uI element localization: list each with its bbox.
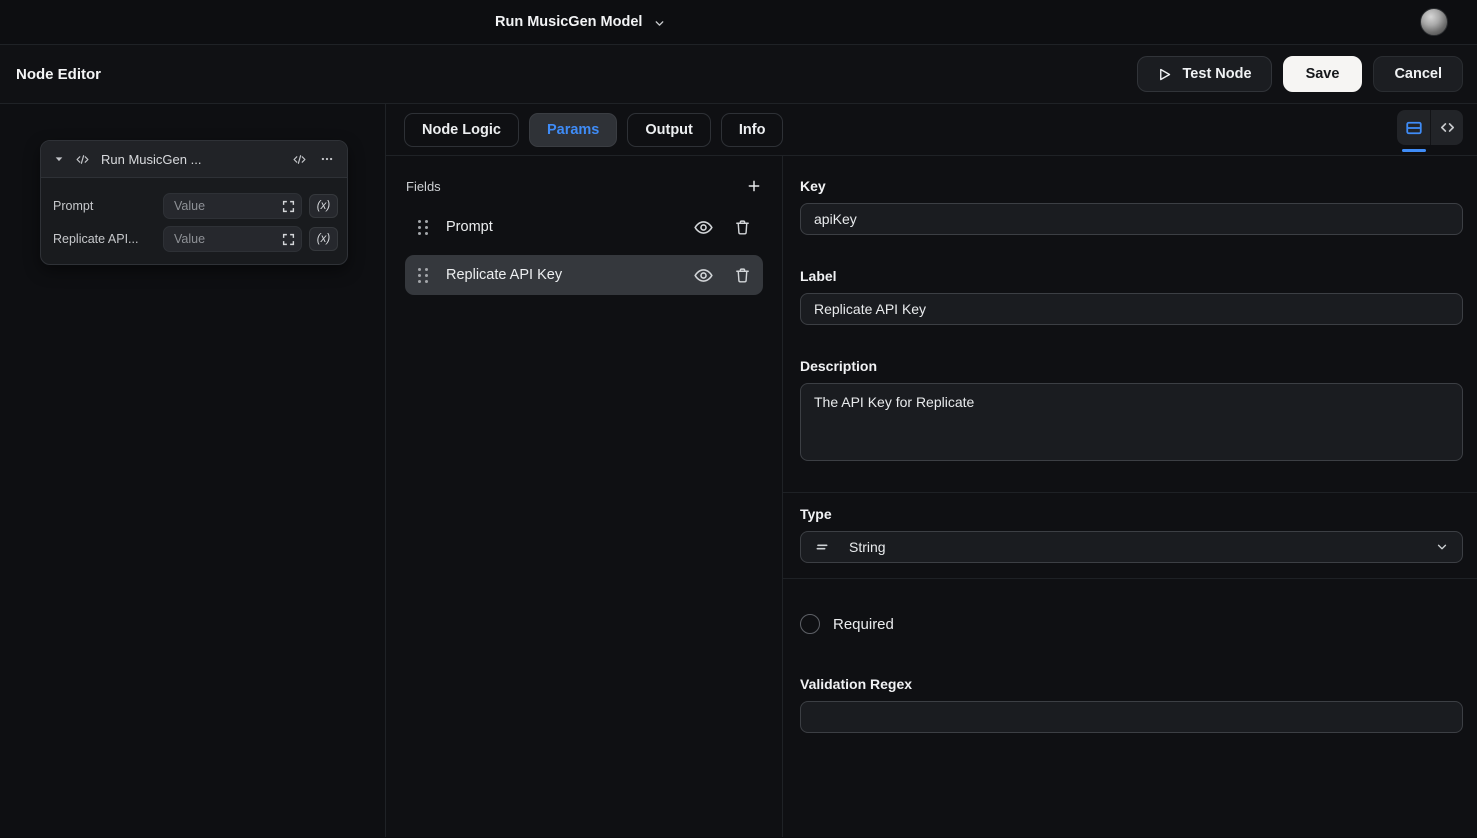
delete-trash-icon[interactable] [734, 219, 751, 236]
tab-output[interactable]: Output [627, 113, 711, 147]
params-content: Fields Prompt [386, 156, 1477, 837]
test-node-button[interactable]: Test Node [1137, 56, 1272, 92]
field-item-replicate-api-key[interactable]: Replicate API Key [405, 255, 763, 295]
node-canvas[interactable]: Run MusicGen ... Prompt Value [0, 104, 386, 837]
tabs-row: Node Logic Params Output Info [386, 104, 1477, 156]
type-label: Type [800, 506, 1463, 522]
top-bar: Run MusicGen Model [0, 0, 1477, 45]
label-group: Label [800, 268, 1463, 325]
visibility-eye-icon[interactable] [694, 218, 713, 237]
section-divider [783, 492, 1477, 493]
value-input[interactable]: Value [163, 226, 302, 252]
description-group: Description The API Key for Replicate [800, 358, 1463, 466]
editor-header: Node Editor Test Node Save Cancel [0, 45, 1477, 104]
required-radio[interactable] [800, 614, 820, 634]
code-icon[interactable] [293, 153, 306, 166]
main-area: Run MusicGen ... Prompt Value [0, 104, 1477, 837]
tab-node-logic[interactable]: Node Logic [404, 113, 519, 147]
value-placeholder: Value [174, 199, 282, 213]
header-actions: Test Node Save Cancel [1137, 56, 1463, 92]
value-placeholder: Value [174, 232, 282, 246]
field-item-label: Replicate API Key [446, 267, 562, 283]
node-param-row: Replicate API... Value (x) [53, 226, 336, 252]
fields-header: Fields [405, 178, 763, 194]
fields-title: Fields [406, 179, 441, 194]
key-input[interactable] [800, 203, 1463, 235]
tab-params[interactable]: Params [529, 113, 617, 147]
field-item-label: Prompt [446, 219, 493, 235]
fx-variable-button[interactable]: (x) [309, 227, 338, 251]
node-card-title: Run MusicGen ... [101, 152, 281, 167]
description-textarea[interactable]: The API Key for Replicate [800, 383, 1463, 461]
validation-regex-label: Validation Regex [800, 676, 1463, 692]
delete-trash-icon[interactable] [734, 267, 751, 284]
node-param-row: Prompt Value (x) [53, 193, 336, 219]
type-select-value: String [849, 539, 1435, 555]
more-options-icon[interactable] [320, 152, 334, 166]
node-card-header-actions [293, 152, 334, 166]
node-param-label: Replicate API... [53, 232, 163, 246]
label-label: Label [800, 268, 1463, 284]
add-field-button[interactable] [746, 178, 762, 194]
node-card-body: Prompt Value (x) Replicate API... Value [41, 178, 347, 264]
layout-rows-icon [1405, 119, 1423, 137]
type-select[interactable]: String [800, 531, 1463, 563]
code-view-button[interactable] [1430, 110, 1463, 145]
active-view-indicator [1402, 149, 1426, 152]
description-label: Description [800, 358, 1463, 374]
expand-icon[interactable] [282, 200, 295, 213]
chevron-down-icon [1435, 540, 1449, 554]
fields-list: Prompt Replicate API Key [405, 207, 763, 295]
cancel-button[interactable]: Cancel [1373, 56, 1463, 92]
view-mode-toggle [1397, 110, 1463, 145]
chevron-down-icon [653, 17, 666, 30]
drag-handle-icon[interactable] [418, 220, 428, 235]
visibility-eye-icon[interactable] [694, 266, 713, 285]
test-node-label: Test Node [1183, 66, 1252, 82]
expand-icon[interactable] [282, 233, 295, 246]
key-label: Key [800, 178, 1463, 194]
collapse-chevron-icon[interactable] [54, 154, 64, 164]
node-card-header: Run MusicGen ... [41, 141, 347, 178]
workflow-title-dropdown[interactable]: Run MusicGen Model [495, 0, 666, 44]
node-param-label: Prompt [53, 199, 163, 213]
field-detail-form: Key Label Description The API Key for Re… [783, 156, 1477, 837]
node-card[interactable]: Run MusicGen ... Prompt Value [40, 140, 348, 265]
label-input[interactable] [800, 293, 1463, 325]
field-item-prompt[interactable]: Prompt [405, 207, 763, 247]
panel-view-button[interactable] [1397, 110, 1430, 145]
drag-handle-icon[interactable] [418, 268, 428, 283]
key-group: Key [800, 178, 1463, 235]
page-title: Node Editor [16, 66, 101, 83]
editor-workspace: Node Logic Params Output Info [386, 104, 1477, 837]
value-input[interactable]: Value [163, 193, 302, 219]
type-group: Type String [800, 506, 1463, 563]
tab-info[interactable]: Info [721, 113, 784, 147]
fields-panel: Fields Prompt [386, 156, 783, 837]
fx-variable-button[interactable]: (x) [309, 194, 338, 218]
angle-brackets-icon [1439, 119, 1456, 136]
validation-regex-group: Validation Regex [800, 676, 1463, 733]
required-group: Required [800, 614, 1463, 634]
required-label: Required [833, 616, 894, 633]
workflow-title: Run MusicGen Model [495, 14, 642, 30]
string-type-icon [814, 539, 830, 555]
code-icon [76, 153, 89, 166]
play-icon [1157, 67, 1172, 82]
user-avatar[interactable] [1420, 8, 1448, 36]
section-divider [783, 578, 1477, 579]
validation-regex-input[interactable] [800, 701, 1463, 733]
save-button[interactable]: Save [1283, 56, 1363, 92]
